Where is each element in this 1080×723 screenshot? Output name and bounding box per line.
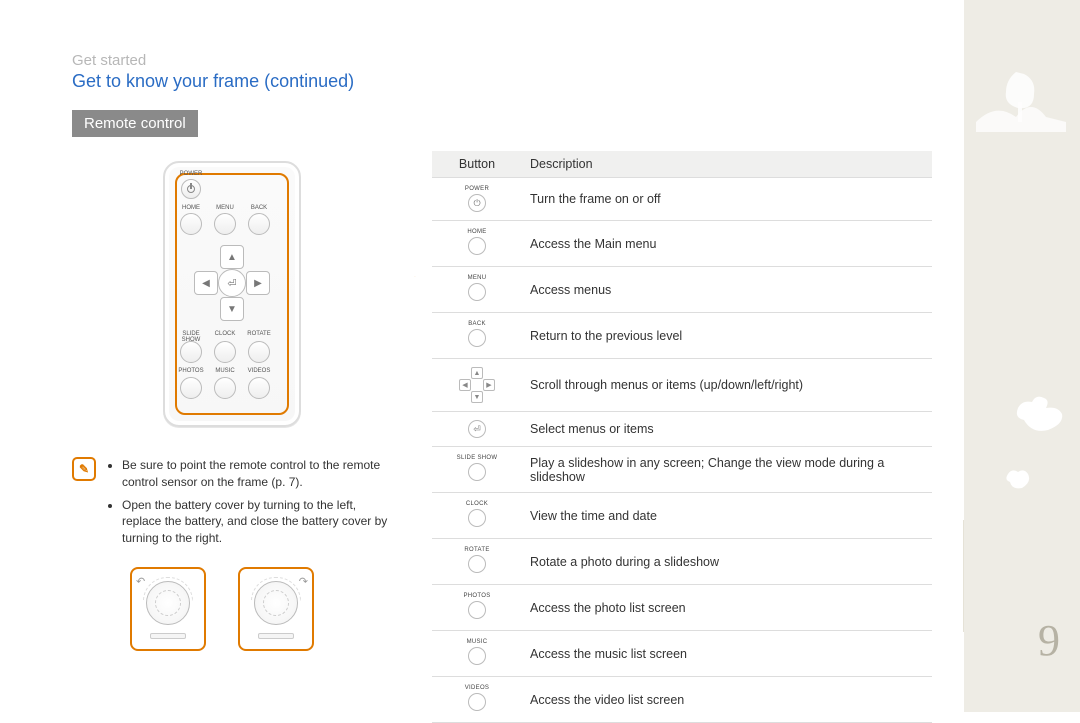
table-row: PHOTOS Access the photo list screen (432, 585, 932, 631)
remote-label-music: MUSIC (212, 368, 238, 374)
remote-label-clock: CLOCK (212, 331, 238, 337)
power-button-icon (181, 179, 201, 199)
table-row: SLIDE SHOW Play a slideshow in any screen… (432, 447, 932, 493)
button-mini-icon (468, 237, 486, 255)
button-mini-icon: ⏻ (468, 194, 486, 212)
note-item: Open the battery cover by turning to the… (122, 497, 392, 547)
button-mini-icon (468, 509, 486, 527)
button-mini-icon (468, 283, 486, 301)
description-cell: Scroll through menus or items (up/down/l… (522, 359, 932, 412)
rotate-button-icon (248, 341, 270, 363)
table-row: VIDEOS Access the video list screen (432, 677, 932, 723)
back-button-icon (248, 213, 270, 235)
description-cell: Rotate a photo during a slideshow (522, 539, 932, 585)
home-button-icon (180, 213, 202, 235)
description-cell: Access menus (522, 267, 932, 313)
description-cell: Access the photo list screen (522, 585, 932, 631)
table-row: ⏎ Select menus or items (432, 412, 932, 447)
menu-button-icon (214, 213, 236, 235)
description-cell: Access the music list screen (522, 631, 932, 677)
button-cell: SLIDE SHOW (432, 447, 522, 493)
button-cell: HOME (432, 221, 522, 267)
button-cell: ⏎ (432, 412, 522, 447)
button-mini-icon (468, 693, 486, 711)
breadcrumb: Get started (72, 52, 1008, 69)
table-row: CLOCK View the time and date (432, 493, 932, 539)
description-cell: View the time and date (522, 493, 932, 539)
table-row: MUSIC Access the music list screen (432, 631, 932, 677)
table-row: HOME Access the Main menu (432, 221, 932, 267)
button-mini-icon (468, 647, 486, 665)
note-icon: ✎ (72, 457, 96, 481)
description-cell: Access the video list screen (522, 677, 932, 723)
description-cell: Play a slideshow in any screen; Change t… (522, 447, 932, 493)
note-item: Be sure to point the remote control to t… (122, 457, 392, 491)
button-mini-label: MENU (440, 275, 514, 281)
button-mini-label: HOME (440, 229, 514, 235)
button-mini-label: MUSIC (440, 639, 514, 645)
remote-label-home: HOME (178, 205, 204, 211)
battery-open-diagram: ↶ (130, 567, 206, 651)
remote-label-power: POWER (178, 171, 204, 177)
clock-button-icon (214, 341, 236, 363)
button-mini-label: SLIDE SHOW (440, 455, 514, 461)
button-mini-icon (468, 601, 486, 619)
button-mini-icon (468, 555, 486, 573)
button-mini-icon (468, 329, 486, 347)
button-cell: CLOCK (432, 493, 522, 539)
battery-diagrams: ↶ ↷ (72, 567, 392, 651)
table-row: ROTATE Rotate a photo during a slideshow (432, 539, 932, 585)
th-button: Button (432, 151, 522, 178)
button-cell: ROTATE (432, 539, 522, 585)
page-content: Get started Get to know your frame (cont… (0, 0, 1080, 712)
button-mini-icon (468, 463, 486, 481)
button-mini-label: ROTATE (440, 547, 514, 553)
button-mini-label: POWER (440, 186, 514, 192)
th-description: Description (522, 151, 932, 178)
remote-label-rotate: ROTATE (246, 331, 272, 337)
button-table: Button Description POWER ⏻ Turn the frame … (432, 151, 932, 723)
remote-label-menu: MENU (212, 205, 238, 211)
videos-button-icon (248, 377, 270, 399)
table-row: ▲▼◀▶ Scroll through menus or items (up/do… (432, 359, 932, 412)
page-title: Get to know your frame (continued) (72, 71, 1008, 92)
button-mini-icon: ⏎ (468, 420, 486, 438)
button-cell: BACK (432, 313, 522, 359)
table-row: MENU Access menus (432, 267, 932, 313)
battery-close-diagram: ↷ (238, 567, 314, 651)
button-cell: VIDEOS (432, 677, 522, 723)
button-mini-label: VIDEOS (440, 685, 514, 691)
note-block: ✎ Be sure to point the remote control to… (72, 457, 392, 553)
remote-label-photos: PHOTOS (178, 368, 204, 374)
remote-illustration: POWER HOME MENU BACK ▲ ▼ ◀ ▶ ⏎ (163, 161, 301, 427)
description-cell: Select menus or items (522, 412, 932, 447)
remote-label-videos: VIDEOS (246, 368, 272, 374)
button-cell: PHOTOS (432, 585, 522, 631)
button-cell: ▲▼◀▶ (432, 359, 522, 412)
slideshow-button-icon (180, 341, 202, 363)
description-cell: Access the Main menu (522, 221, 932, 267)
button-mini-label: PHOTOS (440, 593, 514, 599)
description-cell: Return to the previous level (522, 313, 932, 359)
description-cell: Turn the frame on or off (522, 178, 932, 221)
button-cell: POWER ⏻ (432, 178, 522, 221)
button-cell: MENU (432, 267, 522, 313)
dpad-icon: ▲ ▼ ◀ ▶ ⏎ (194, 245, 270, 321)
button-cell: MUSIC (432, 631, 522, 677)
remote-label-back: BACK (246, 205, 272, 211)
dpad-mini-icon: ▲▼◀▶ (459, 367, 495, 403)
table-row: BACK Return to the previous level (432, 313, 932, 359)
section-heading: Remote control (72, 110, 198, 137)
table-row: POWER ⏻ Turn the frame on or off (432, 178, 932, 221)
button-mini-label: CLOCK (440, 501, 514, 507)
music-button-icon (214, 377, 236, 399)
button-mini-label: BACK (440, 321, 514, 327)
photos-button-icon (180, 377, 202, 399)
